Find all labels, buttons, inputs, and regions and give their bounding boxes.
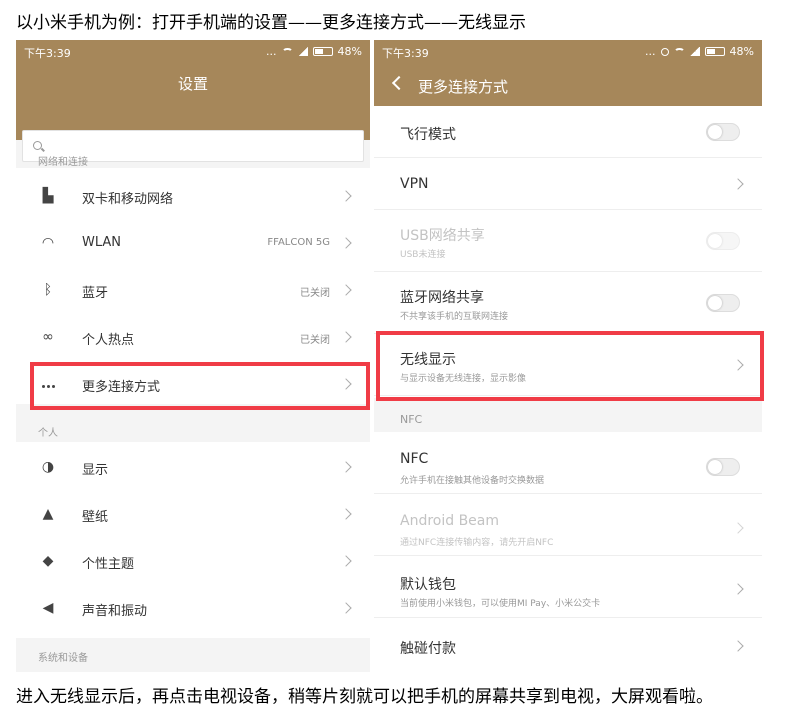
item-subtitle: 通过NFC连接传输内容，请先开启NFC [400,538,554,548]
bluetooth-tethering-toggle[interactable] [706,294,740,312]
default-wallet-row[interactable]: 默认钱包 当前使用小米钱包，可以使用MI Pay、小米公交卡 [374,556,762,618]
chevron-right-icon [340,461,352,473]
item-label: 壁纸 [82,510,109,525]
chevron-right-icon [340,237,352,249]
battery-icon [312,47,333,56]
nfc-section-header: NFC [374,398,762,432]
signal-icon [689,47,700,56]
item-subtitle: 不共享该手机的互联网连接 [400,312,509,322]
settings-screen: 下午3:39 ... 48% 设置 网络和连接 ▙ 双卡和移动网络 ◠ WLAN… [16,40,370,672]
status-bar: 下午3:39 ... 48% [16,40,370,64]
battery-icon [704,47,725,56]
android-beam-row[interactable]: Android Beam 通过NFC连接传输内容，请先开启NFC [374,494,762,556]
bottom-caption: 进入无线显示后，再点击电视设备，稍等片刻就可以把手机的屏幕共享到电视，大屏观看啦… [16,687,713,707]
status-time: 下午3:39 [382,47,429,60]
battery-level: 48% [729,45,754,58]
airplane-mode-toggle[interactable] [706,123,740,141]
settings-item-display[interactable]: ◑ 显示 [16,444,370,491]
status-time: 下午3:39 [24,47,71,60]
highlight-wireless-display [376,331,764,401]
settings-item-dual-sim[interactable]: ▙ 双卡和移动网络 [16,173,370,220]
item-label: 默认钱包 [400,577,456,593]
status-dots: ... [266,45,277,58]
item-subtitle: 当前使用小米钱包，可以使用MI Pay、小米公交卡 [400,599,601,609]
item-label: NFC [400,451,429,467]
highlight-more-connections [30,362,370,410]
chevron-right-icon [340,555,352,567]
usb-tethering-toggle[interactable] [706,232,740,250]
page-title: 更多连接方式 [418,78,509,96]
page-title: 设置 [177,75,208,93]
item-label: Android Beam [400,513,500,529]
item-label: WLAN [82,235,122,250]
chevron-right-icon [732,522,744,534]
item-subtitle: 允许手机在接触其他设备时交换数据 [400,476,545,486]
top-caption: 以小米手机为例：打开手机端的设置——更多连接方式——无线显示 [16,13,526,33]
section-network: 网络和连接 [38,157,88,168]
item-label: USB网络共享 [400,228,485,244]
wifi-status-icon [281,47,293,56]
personal-group: ◑ 显示 ▲ 壁纸 ◆ 个性主题 ◀ 声音和振动 [16,442,370,638]
item-label: 个性主题 [82,557,135,572]
chevron-right-icon [340,190,352,202]
chevron-right-icon [340,508,352,520]
display-icon: ◑ [41,459,55,475]
search-icon [33,141,42,150]
section-personal: 个人 [38,428,58,439]
bluetooth-icon: ᛒ [43,282,53,298]
usb-tethering-row[interactable]: USB网络共享 USB未连接 [374,210,762,272]
item-value: FFALCON 5G [267,237,330,248]
chevron-right-icon [732,583,744,595]
signal-icon [297,47,308,56]
chevron-right-icon [732,178,744,190]
item-label: 蓝牙网络共享 [400,290,484,306]
wifi-icon: ◠ [41,235,55,251]
chevron-right-icon [340,602,352,614]
item-value: 已关闭 [300,335,330,346]
chevron-right-icon [340,284,352,296]
section-system: 系统和设备 [38,653,88,664]
item-label: VPN [400,176,429,192]
item-label: 显示 [82,463,109,478]
settings-item-wlan[interactable]: ◠ WLAN FFALCON 5G [16,220,370,267]
airplane-mode-row[interactable]: 飞行模式 [374,106,762,158]
item-label: 双卡和移动网络 [82,192,174,207]
item-label: 飞行模式 [400,127,456,143]
settings-item-hotspot[interactable]: ∞ 个人热点 已关闭 [16,314,370,361]
status-dots: ... [645,45,656,58]
nfc-toggle[interactable] [706,458,740,476]
item-label: 触碰付款 [400,641,456,657]
speaker-icon: ◀ [42,600,54,616]
theme-icon: ◆ [42,553,54,569]
wallpaper-icon: ▲ [42,506,54,522]
settings-item-sound[interactable]: ◀ 声音和振动 [16,585,370,632]
settings-item-wallpaper[interactable]: ▲ 壁纸 [16,491,370,538]
item-label: 个人热点 [82,333,135,348]
battery-level: 48% [337,45,362,58]
item-subtitle: USB未连接 [400,250,446,260]
nfc-row[interactable]: NFC 允许手机在接触其他设备时交换数据 [374,432,762,494]
status-bar: 下午3:39 ... 48% [374,40,762,64]
section-label: NFC [400,413,423,426]
app-bar: 更多连接方式 [374,64,762,106]
settings-item-bluetooth[interactable]: ᛒ 蓝牙 已关闭 [16,267,370,314]
alarm-icon [660,47,669,56]
wifi-status-icon [673,47,685,56]
sim-icon: ▙ [42,188,54,204]
settings-item-theme[interactable]: ◆ 个性主题 [16,538,370,585]
item-label: 蓝牙 [82,286,109,301]
chevron-right-icon [340,331,352,343]
item-label: 声音和振动 [82,604,148,619]
bluetooth-tethering-row[interactable]: 蓝牙网络共享 不共享该手机的互联网连接 [374,272,762,334]
back-arrow-icon[interactable] [391,75,407,91]
vpn-row[interactable]: VPN [374,158,762,210]
chevron-right-icon [732,640,744,652]
app-bar: 设置 [16,64,370,162]
tap-pay-row[interactable]: 触碰付款 [374,618,762,672]
item-value: 已关闭 [300,288,330,299]
hotspot-icon: ∞ [42,329,54,345]
